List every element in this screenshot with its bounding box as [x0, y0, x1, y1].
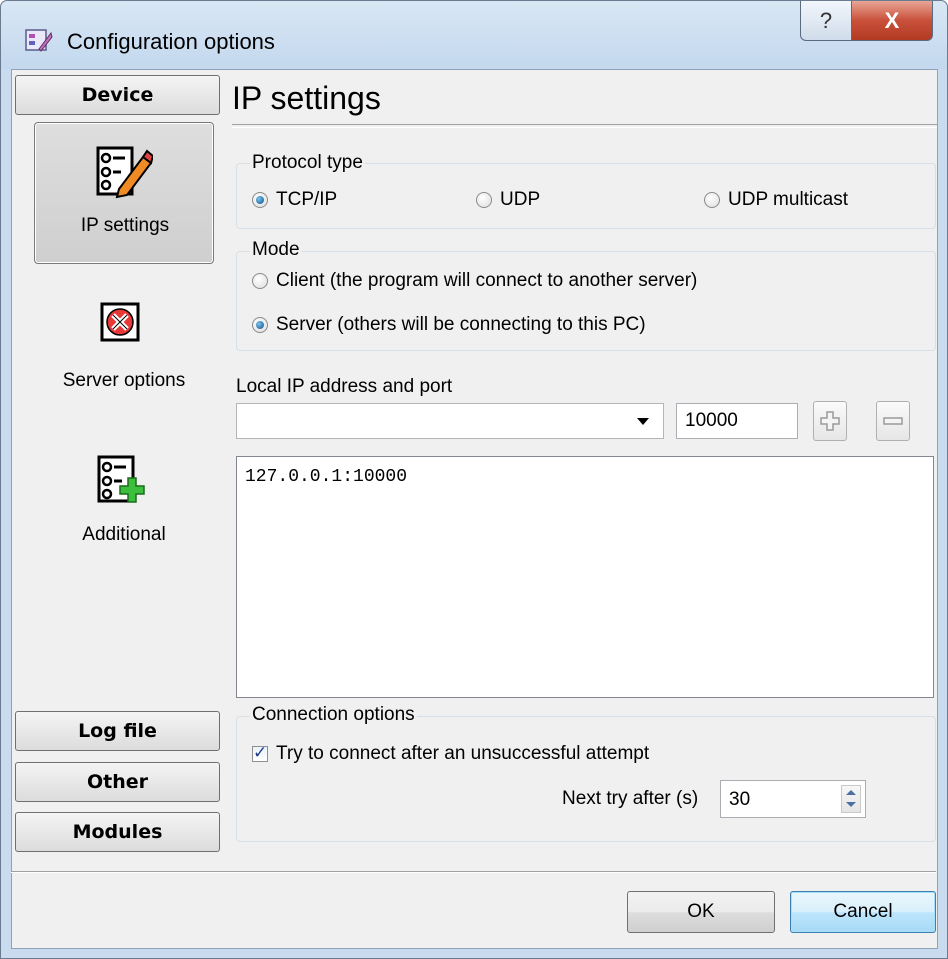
- radio-client-dot[interactable]: [252, 273, 268, 289]
- checklist-pencil-icon: [96, 146, 153, 199]
- port-input[interactable]: 10000: [676, 403, 798, 439]
- help-button[interactable]: ?: [800, 1, 852, 41]
- radio-server-dot[interactable]: [252, 317, 268, 333]
- app-icon: [25, 29, 53, 52]
- log-file-button[interactable]: Log file: [15, 711, 220, 751]
- radio-client-label: Client (the program will connect to anot…: [276, 270, 698, 291]
- close-button[interactable]: X: [851, 1, 933, 41]
- other-label: Other: [86, 771, 149, 793]
- title-divider: [232, 124, 937, 128]
- mode-group: [236, 251, 936, 351]
- log-file-label: Log file: [78, 720, 157, 742]
- sidebar-item-label: Additional: [82, 524, 166, 545]
- radio-server[interactable]: Server (others will be connecting to thi…: [252, 314, 646, 336]
- port-value: 10000: [685, 410, 738, 431]
- sidebar-item-additional[interactable]: Additional: [34, 448, 214, 558]
- connection-group-label: Connection options: [250, 704, 417, 726]
- protocol-group-label: Protocol type: [250, 152, 365, 174]
- title-bar[interactable]: Configuration options ? X: [1, 1, 947, 69]
- radio-client[interactable]: Client (the program will connect to anot…: [252, 270, 697, 292]
- chevron-down-icon[interactable]: [637, 418, 649, 425]
- local-ip-label: Local IP address and port: [236, 376, 453, 397]
- modules-label: Modules: [72, 821, 163, 843]
- radio-udp[interactable]: UDP: [476, 189, 540, 211]
- device-button-label: Device: [81, 84, 154, 106]
- next-try-spinner[interactable]: 30: [720, 780, 866, 818]
- connection-group: [236, 716, 936, 842]
- footer-divider: [11, 871, 936, 873]
- ip-address-combo[interactable]: [236, 403, 664, 439]
- spinner-arrows[interactable]: [841, 785, 861, 813]
- radio-tcpip-label: TCP/IP: [276, 189, 338, 210]
- red-x-icon: [100, 302, 140, 342]
- list-item[interactable]: 127.0.0.1:10000: [245, 467, 925, 487]
- radio-udp-multicast-dot[interactable]: [704, 192, 720, 208]
- ok-label: OK: [687, 901, 715, 922]
- window-title: Configuration options: [67, 29, 275, 54]
- device-button[interactable]: Device: [15, 75, 220, 115]
- cancel-button[interactable]: Cancel: [790, 891, 936, 933]
- radio-udp-multicast[interactable]: UDP multicast: [704, 189, 848, 211]
- minus-icon: [883, 417, 903, 425]
- modules-button[interactable]: Modules: [15, 812, 220, 852]
- cancel-label: Cancel: [833, 901, 893, 922]
- help-icon: ?: [819, 7, 833, 33]
- sidebar-item-label: IP settings: [80, 215, 170, 236]
- retry-checkbox[interactable]: Try to connect after an unsuccessful att…: [252, 743, 649, 765]
- retry-checkbox-label: Try to connect after an unsuccessful att…: [276, 743, 650, 764]
- sidebar-item-server-options[interactable]: Server options: [34, 292, 214, 402]
- plus-icon: [820, 411, 840, 431]
- remove-address-button[interactable]: [876, 401, 910, 441]
- ok-button[interactable]: OK: [627, 891, 775, 933]
- other-button[interactable]: Other: [15, 762, 220, 802]
- next-try-label: Next try after (s): [562, 788, 699, 809]
- mode-group-label: Mode: [250, 239, 302, 261]
- next-try-value: 30: [729, 789, 751, 810]
- retry-checkbox-box[interactable]: [252, 743, 268, 763]
- sidebar-item-label: Server options: [62, 370, 186, 391]
- spin-down-icon[interactable]: [846, 802, 856, 807]
- add-address-button[interactable]: [813, 401, 847, 441]
- sidebar-item-ip-settings[interactable]: IP settings: [34, 122, 214, 264]
- radio-udp-dot[interactable]: [476, 192, 492, 208]
- radio-udp-multicast-label: UDP multicast: [728, 189, 849, 210]
- address-list[interactable]: 127.0.0.1:10000: [236, 456, 934, 698]
- spin-up-icon[interactable]: [846, 790, 856, 795]
- radio-server-label: Server (others will be connecting to thi…: [276, 314, 646, 335]
- close-icon: X: [884, 7, 900, 33]
- checklist-plus-icon: [97, 455, 145, 503]
- page-title: IP settings: [232, 80, 381, 116]
- radio-udp-label: UDP: [500, 189, 541, 210]
- radio-tcpip-dot[interactable]: [252, 192, 268, 208]
- radio-tcpip[interactable]: TCP/IP: [252, 189, 337, 211]
